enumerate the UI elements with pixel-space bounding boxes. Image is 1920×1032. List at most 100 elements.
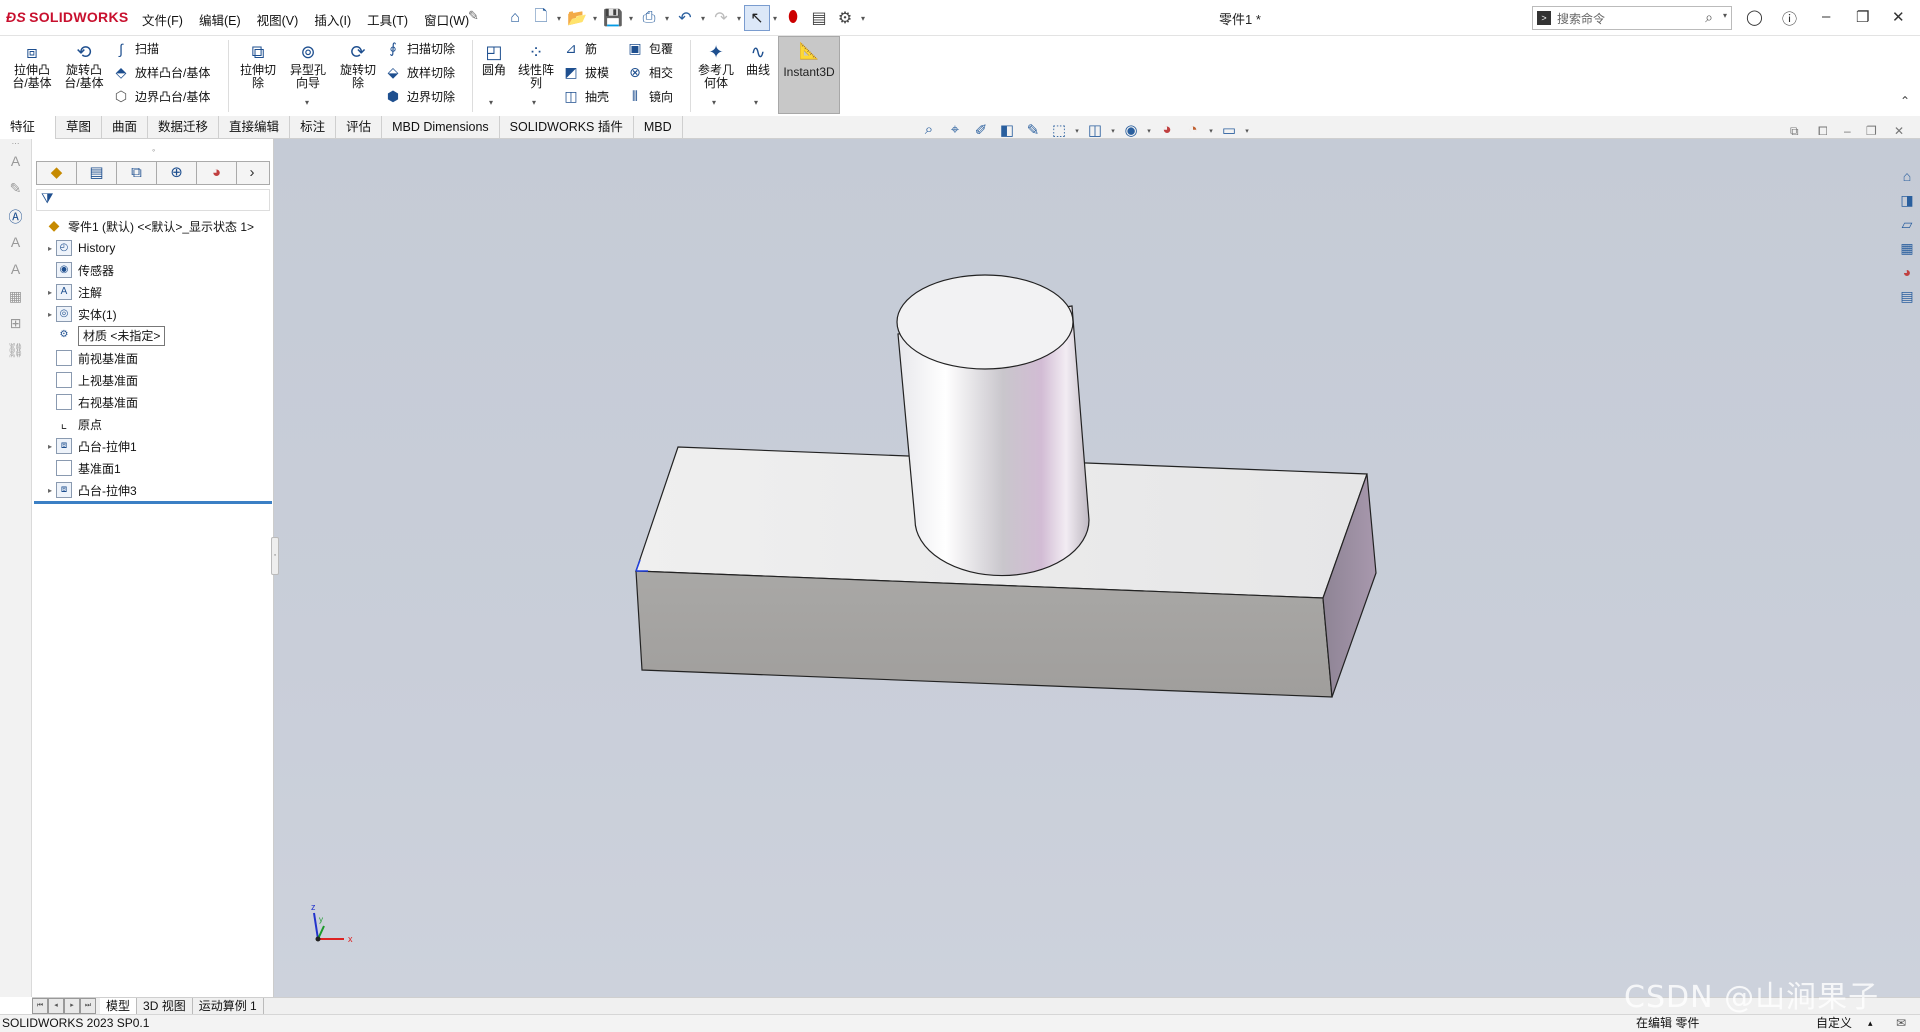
view-orientation-icon[interactable]: ⬚: [1046, 121, 1072, 139]
reference-geometry-button[interactable]: ✦ 参考几 何体: [694, 42, 738, 90]
edit-appearance-icon[interactable]: ◕: [1154, 121, 1180, 139]
tree-item-annotations[interactable]: ▸ A 注解: [34, 281, 274, 303]
boundary-cut-button[interactable]: ⬢ 边界切除: [384, 88, 455, 105]
featuremanager-tab-icon[interactable]: ◆: [37, 162, 77, 184]
search-commands[interactable]: > 搜索命令 ⌕ ▾: [1532, 6, 1732, 30]
file-explorer-icon[interactable]: ▱: [1894, 216, 1920, 238]
rollback-bar[interactable]: [34, 501, 272, 504]
menu-window[interactable]: 窗口(W): [424, 10, 469, 29]
intersect-button[interactable]: ⊗ 相交: [626, 64, 673, 81]
help-icon[interactable]: ⓘ: [1782, 8, 1797, 29]
options-dropdown-icon[interactable]: ▾: [858, 14, 868, 23]
status-message-icon[interactable]: ✉: [1896, 1015, 1906, 1032]
tab-direct-editing[interactable]: 直接编辑: [219, 116, 291, 139]
unit-system-text[interactable]: 自定义: [1816, 1015, 1852, 1032]
viewport-tile-icon[interactable]: ⧉: [1790, 124, 1799, 139]
wrap-button[interactable]: ▣ 包覆: [626, 40, 673, 57]
tree-item-right-plane[interactable]: 右视基准面: [34, 391, 274, 413]
new-dropdown-icon[interactable]: ▾: [554, 14, 564, 23]
redo-dropdown-icon[interactable]: ▾: [734, 14, 744, 23]
hide-show-items-icon[interactable]: ◉: [1118, 121, 1144, 139]
tab-markup[interactable]: 标注: [290, 116, 337, 139]
part-model[interactable]: x z y: [274, 139, 1920, 997]
next-tab-icon[interactable]: ▸: [64, 998, 80, 1014]
filter-icon[interactable]: ⧩: [36, 189, 270, 211]
balloon-icon[interactable]: A: [0, 234, 31, 261]
last-tab-icon[interactable]: ⏭: [80, 998, 96, 1014]
draft-button[interactable]: ◩ 拔模: [562, 64, 609, 81]
viewport-split-icon[interactable]: ⧠: [1818, 124, 1828, 139]
section-view-icon[interactable]: ◧: [994, 121, 1020, 139]
expand-icon[interactable]: ▸: [44, 486, 56, 495]
note-icon[interactable]: A: [0, 261, 31, 288]
open-icon[interactable]: 📂: [564, 5, 590, 31]
curves-dropdown-icon[interactable]: ▾: [754, 98, 758, 107]
tab-3d-views[interactable]: 3D 视图: [137, 998, 193, 1014]
undo-icon[interactable]: ↶: [672, 5, 698, 31]
view-palette-icon[interactable]: ▦: [1894, 240, 1920, 262]
fillet-button[interactable]: ◰ 圆角: [476, 42, 512, 77]
menu-tools[interactable]: 工具(T): [367, 10, 408, 29]
display-style-dropdown-icon[interactable]: ▾: [1108, 121, 1118, 139]
more-tabs-chevron-icon[interactable]: ›: [237, 162, 267, 184]
custom-properties-icon[interactable]: ▤: [1894, 288, 1920, 310]
revolve-boss-button[interactable]: ⟲ 旋转凸 台/基体: [60, 42, 108, 90]
loft-button[interactable]: ⬘ 放样凸台/基体: [112, 64, 211, 81]
close-icon[interactable]: ✕: [1892, 8, 1905, 26]
prev-tab-icon[interactable]: ◂: [48, 998, 64, 1014]
tree-item-solid-bodies[interactable]: ▸ ◎ 实体(1): [34, 303, 274, 325]
tab-evaluate[interactable]: 评估: [336, 116, 383, 139]
tree-root[interactable]: ◆ 零件1 (默认) <<默认>_显示状态 1>: [34, 215, 274, 237]
sweep-button[interactable]: ∫ 扫描: [112, 40, 159, 57]
print-dropdown-icon[interactable]: ▾: [662, 14, 672, 23]
linear-pattern-button[interactable]: ⁘ 线性阵 列: [514, 42, 558, 90]
tab-surfaces[interactable]: 曲面: [102, 116, 149, 139]
view-orientation-dropdown-icon[interactable]: ▾: [1072, 121, 1082, 139]
select-dropdown-icon[interactable]: ▾: [770, 14, 780, 23]
hide-show-dropdown-icon[interactable]: ▾: [1144, 121, 1154, 139]
rib-button[interactable]: ⊿ 筋: [562, 40, 597, 57]
displaymanager-tab-icon[interactable]: ◕: [197, 162, 237, 184]
tab-motion-study[interactable]: 运动算例 1: [193, 998, 264, 1014]
viewport-minimize-icon[interactable]: –: [1844, 124, 1851, 138]
options-gear-icon[interactable]: ⚙: [832, 5, 858, 31]
sweep-cut-button[interactable]: ∮ 扫描切除: [384, 40, 455, 57]
user-account-icon[interactable]: ◯: [1746, 8, 1763, 26]
open-dropdown-icon[interactable]: ▾: [590, 14, 600, 23]
mirror-button[interactable]: ⫴ 镜向: [626, 88, 673, 105]
zoom-to-area-icon[interactable]: ⌖: [942, 121, 968, 139]
table-icon[interactable]: ▦: [0, 288, 31, 315]
print-icon[interactable]: ⎙: [636, 5, 662, 31]
shell-button[interactable]: ◫ 抽壳: [562, 88, 609, 105]
unit-system-arrow-icon[interactable]: ▴: [1868, 1015, 1873, 1032]
minimize-icon[interactable]: –: [1822, 8, 1830, 25]
pin-icon[interactable]: ✎: [468, 8, 479, 24]
curves-button[interactable]: ∿ 曲线: [740, 42, 776, 77]
tree-item-boss-extrude3[interactable]: ▸ ⧈ 凸台-拉伸3: [34, 479, 274, 501]
appearances-icon[interactable]: ◕: [1894, 264, 1920, 286]
tab-mbd[interactable]: MBD: [634, 116, 683, 139]
redo-icon[interactable]: ↷: [708, 5, 734, 31]
display-style-icon[interactable]: ◫: [1082, 121, 1108, 139]
expand-icon[interactable]: ▸: [44, 288, 56, 297]
tab-solidworks-addins[interactable]: SOLIDWORKS 插件: [500, 116, 634, 139]
file-properties-icon[interactable]: ▤: [806, 5, 832, 31]
tree-item-front-plane[interactable]: 前视基准面: [34, 347, 274, 369]
cylinder-top-face[interactable]: [896, 274, 1074, 370]
hole-wizard-button[interactable]: ⊚ 异型孔 向导: [284, 42, 332, 90]
previous-view-icon[interactable]: ✐: [968, 121, 994, 139]
hole-wizard-dropdown-icon[interactable]: ▾: [305, 98, 309, 107]
menu-file[interactable]: 文件(F): [142, 10, 183, 29]
home-icon[interactable]: ⌂: [502, 5, 528, 31]
tree-item-boss-extrude1[interactable]: ▸ ⧈ 凸台-拉伸1: [34, 435, 274, 457]
solidworks-logo[interactable]: ƉS SOLIDWORKS: [6, 9, 129, 25]
tree-item-plane1[interactable]: 基准面1: [34, 457, 274, 479]
extrude-boss-button[interactable]: ⧈ 拉伸凸 台/基体: [8, 42, 56, 90]
sketch-text-icon[interactable]: A: [0, 153, 31, 180]
panel-collapse-handle[interactable]: ◦: [271, 537, 279, 575]
loft-cut-button[interactable]: ⬙ 放样切除: [384, 64, 455, 81]
panel-grip-icon[interactable]: ◦: [152, 145, 155, 155]
rebuild-icon[interactable]: ⬮: [780, 5, 806, 31]
link-icon[interactable]: ⛓: [0, 342, 31, 369]
boundary-boss-button[interactable]: ⬡ 边界凸台/基体: [112, 88, 210, 105]
